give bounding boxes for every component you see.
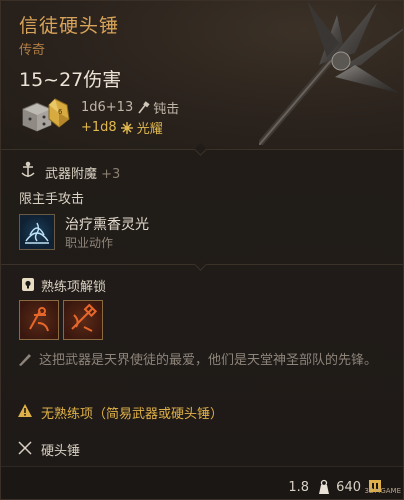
warning-icon (18, 404, 32, 417)
tooltip-footer: 1.8 640 3DMGAME (1, 466, 403, 499)
svg-text:6: 6 (58, 108, 63, 116)
enchant-bonus: +3 (101, 167, 121, 182)
section-divider (1, 258, 403, 271)
section-divider (1, 143, 403, 156)
proficiency-slot-1[interactable] (19, 300, 59, 340)
mace-artwork-icon (259, 1, 403, 145)
base-damage-value: 1d6+13 (81, 100, 134, 115)
weapon-type: 硬头锤 (41, 444, 81, 459)
radiant-icon (120, 121, 133, 134)
weapon-action-icon (29, 307, 49, 332)
gold-value: 640 (336, 480, 361, 495)
item-name: 信徒硬头锤 (19, 15, 120, 37)
spell-slot[interactable] (19, 214, 55, 250)
weight-icon (319, 479, 329, 494)
extra-damage-row: +1d8 光耀 (81, 118, 163, 137)
enchant-label: 武器附魔 (45, 167, 98, 182)
weapon-strike-icon (71, 303, 98, 332)
enchant-icon (21, 161, 35, 177)
healing-aura-icon (25, 222, 49, 244)
lore-text: 这把武器是天界使徒的最爱，他们是天堂神圣部队的先锋。 (39, 353, 378, 368)
lock-icon (22, 278, 34, 291)
damage-range: 15~27伤害 (19, 69, 122, 91)
crossed-weapons-icon (18, 441, 32, 455)
proficiency-title: 熟练项解锁 (41, 280, 107, 295)
dice-icon: 6 (22, 98, 70, 132)
extra-damage-type: 光耀 (136, 122, 163, 137)
item-rarity: 传奇 (19, 43, 46, 58)
watermark: 3DMGAME (364, 487, 401, 495)
bludgeoning-icon (138, 100, 150, 113)
proficiency-slot-2[interactable] (63, 300, 103, 340)
spell-type: 职业动作 (65, 236, 114, 250)
weight-value: 1.8 (288, 480, 309, 495)
mainhand-restriction: 限主手攻击 (19, 192, 85, 207)
proficiency-warning: 无熟练项（简易武器或硬头锤） (41, 407, 224, 422)
enchant-title: 武器附魔 +3 (45, 163, 120, 182)
spell-name: 治疗熏香灵光 (65, 217, 149, 233)
base-damage-type: 钝击 (153, 102, 180, 117)
item-tooltip: 信徒硬头锤 传奇 15~27伤害 6 1d6+13 钝击 +1d8 光耀 武器附… (0, 0, 404, 500)
base-damage-row: 1d6+13 钝击 (81, 98, 179, 117)
quill-icon (19, 354, 31, 366)
extra-damage-value: +1d8 (81, 120, 117, 135)
